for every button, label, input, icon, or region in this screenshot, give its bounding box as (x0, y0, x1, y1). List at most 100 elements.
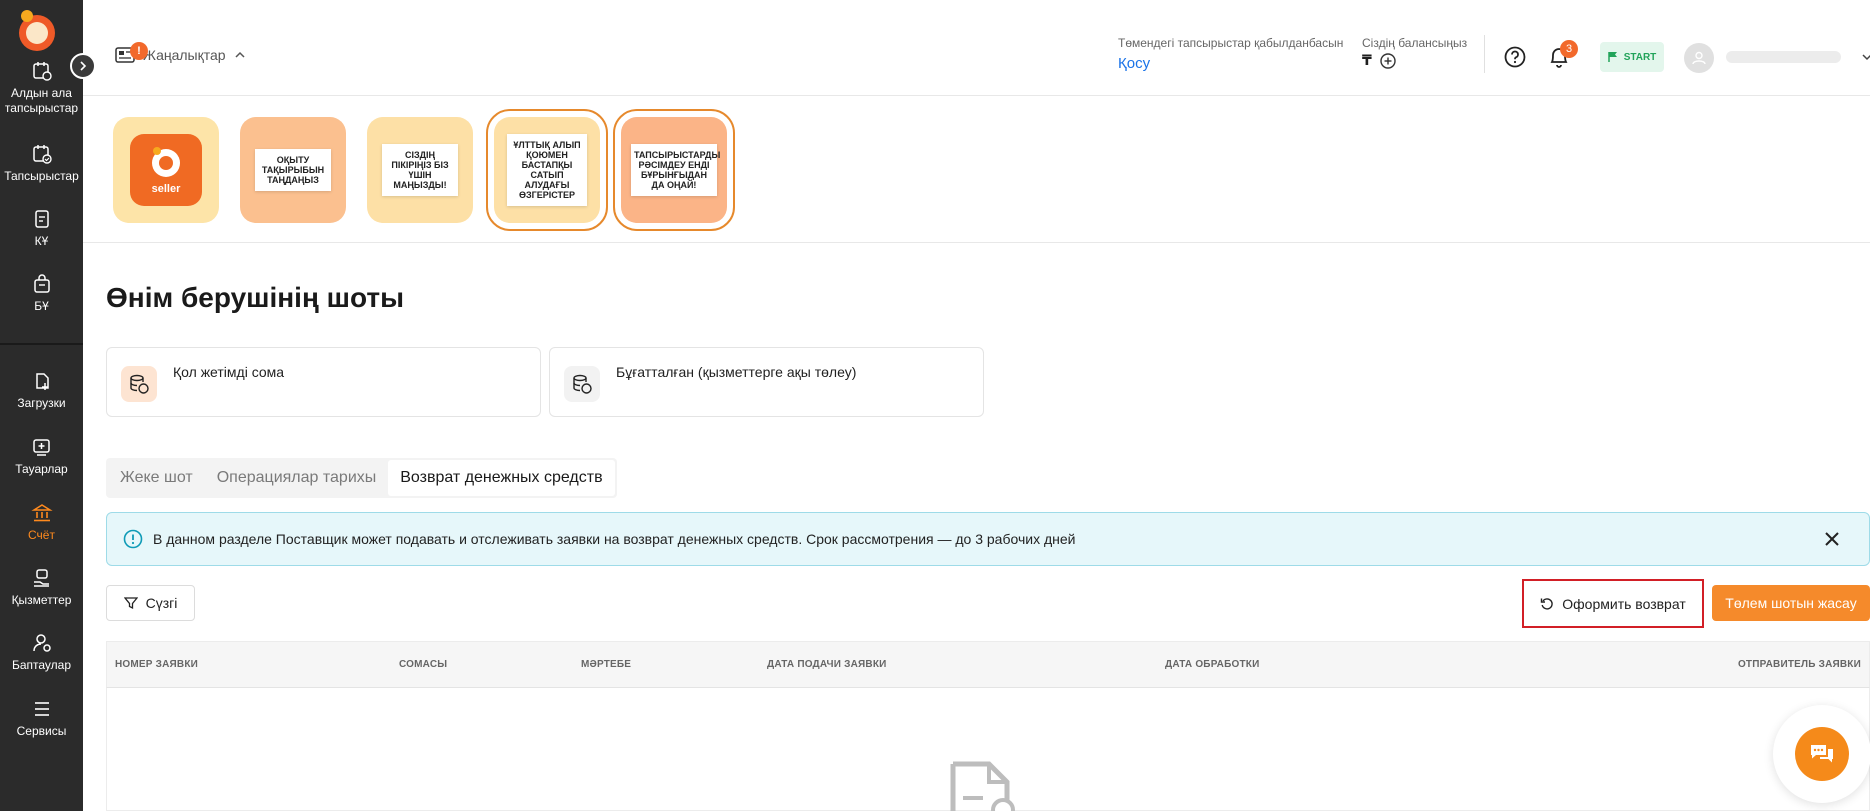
news-label: Жаңалықтар (143, 47, 226, 63)
sidebar-item-more-services[interactable]: Сервисы (0, 698, 83, 739)
refund-button-content: Оформить возврат (1540, 595, 1686, 612)
bottom-orders-label: Төмендегі тапсырыстар қабылданбасын (1118, 36, 1344, 50)
top-header: Жаңалықтар ! Төмендегі тапсырыстар қабыл… (83, 0, 1870, 96)
tab-operations-history[interactable]: Операциялар тарихы (205, 460, 389, 496)
bag-icon (33, 274, 50, 293)
kaspi-logo[interactable] (13, 7, 61, 55)
tab-refunds[interactable]: Возврат денежных средств (388, 460, 615, 496)
tab-personal-account[interactable]: Жеке шот (108, 460, 205, 496)
seller-logo-badge: seller (130, 134, 202, 206)
info-alert: В данном разделе Поставщик может подават… (106, 512, 1870, 566)
user-name-blurred[interactable] (1726, 51, 1841, 63)
story-choose-topic[interactable]: ОҚЫТУ ТАҚЫРЫБЫН ТАҢДАҢЫЗ (240, 117, 346, 223)
coins-icon-box (564, 366, 600, 402)
chevron-up-icon (235, 51, 245, 58)
sidebar-item-settings[interactable]: Баптаулар (0, 632, 83, 673)
filter-label: Сүзгі (145, 595, 178, 611)
available-amount-card: Қол жетімді сома (106, 347, 541, 417)
info-icon (123, 529, 143, 549)
plus-circle-icon[interactable] (1380, 52, 1396, 69)
menu-icon (34, 702, 49, 716)
sidebar-item-ku[interactable]: КҰ (0, 208, 83, 249)
close-icon[interactable] (1822, 529, 1842, 549)
alert-text: В данном разделе Поставщик может подават… (153, 531, 1076, 547)
user-icon (1692, 51, 1706, 65)
balance-row: ₸ (1362, 52, 1396, 69)
sidebar-item-services[interactable]: Қызметтер (0, 567, 83, 608)
user-settings-icon (32, 634, 51, 652)
calendar-clock-icon (32, 62, 52, 81)
news-badge: ! (130, 42, 148, 60)
coins-icon-box (121, 366, 157, 402)
column-header[interactable]: МӘРТЕБЕ (581, 659, 631, 670)
refund-button[interactable]: Оформить возврат (1522, 579, 1704, 628)
add-product-icon (32, 439, 50, 456)
available-amount-label: Қол жетімді сома (173, 364, 285, 380)
bank-icon (30, 504, 53, 522)
sidebar-item-uploads[interactable]: Загрузки (0, 370, 83, 411)
story-text: ТАПСЫРЫСТАРДЫ РӘСІМДЕУ ЕНДІ БҰРЫНҒЫДАН Д… (631, 144, 720, 196)
story-easier-orders[interactable]: ТАПСЫРЫСТАРДЫ РӘСІМДЕУ ЕНДІ БҰРЫНҒЫДАН Д… (613, 109, 735, 231)
filter-button[interactable]: Сүзгі (106, 585, 195, 621)
story-changes[interactable]: ҰЛТТЫҚ АЛЫП ҚОЮМЕН БАСТАПҚЫ САТЫП АЛУДАҒ… (486, 109, 608, 231)
sidebar-item-label: Баптаулар (11, 658, 72, 672)
story-text: ОҚЫТУ ТАҚЫРЫБЫН ТАҢДАҢЫЗ (255, 149, 331, 191)
coins-lock-icon (573, 374, 592, 394)
help-icon[interactable] (1504, 46, 1526, 68)
blocked-amount-card: Бұғатталған (қызметтерге ақы төлеу) (549, 347, 984, 417)
app-root: Алдын ала тапсырыстар Тапсырыстар КҰ БҰ … (0, 0, 1870, 811)
page-title: Өнім берушінің шоты (106, 282, 405, 313)
sidebar-item-label: КҰ (34, 234, 49, 248)
sidebar-item-label: Тауарлар (15, 462, 68, 476)
sidebar-item-label: БҰ (34, 299, 49, 313)
sidebar-item-label: Счёт (28, 528, 55, 542)
column-header[interactable]: СОМАСЫ (399, 659, 447, 670)
seller-text: seller (151, 183, 181, 195)
chat-icon (1811, 745, 1833, 763)
refresh-icon (1541, 597, 1554, 610)
account-tabs: Жеке шот Операциялар тарихы Возврат дене… (106, 458, 617, 498)
filter-icon (123, 597, 138, 610)
notification-count-badge: 3 (1560, 40, 1578, 58)
balance-currency: ₸ (1362, 52, 1372, 68)
sidebar: Алдын ала тапсырыстар Тапсырыстар КҰ БҰ … (0, 0, 96, 811)
empty-document-icon (950, 761, 1015, 811)
add-link[interactable]: Қосу (1118, 55, 1150, 72)
refund-button-label: Оформить возврат (1562, 595, 1686, 612)
calendar-check-icon (32, 145, 52, 164)
sidebar-item-label: Қызметтер (11, 593, 72, 607)
avatar[interactable] (1684, 43, 1714, 73)
support-chat-button[interactable] (1773, 705, 1870, 803)
coins-icon (130, 374, 149, 394)
start-button[interactable]: START (1600, 42, 1664, 72)
column-header[interactable]: НОМЕР ЗАЯВКИ (115, 659, 198, 670)
upload-icon (35, 373, 49, 390)
story-seller[interactable]: seller (113, 117, 219, 223)
sidebar-item-label: Тапсырыстар (4, 169, 79, 183)
document-icon (34, 210, 49, 228)
sidebar-item-orders[interactable]: Тапсырыстар (0, 143, 83, 184)
sidebar-item-account[interactable]: Счёт (0, 502, 83, 543)
story-text: ҰЛТТЫҚ АЛЫП ҚОЮМЕН БАСТАПҚЫ САТЫП АЛУДАҒ… (507, 134, 587, 206)
sidebar-item-label: Загрузки (17, 396, 66, 410)
column-header[interactable]: ДАТА ПОДАЧИ ЗАЯВКИ (767, 659, 887, 670)
sidebar-divider (0, 343, 83, 345)
sidebar-toggle-button[interactable] (70, 53, 96, 79)
sidebar-item-products[interactable]: Тауарлар (0, 436, 83, 477)
chevron-right-icon (80, 61, 87, 71)
sidebar-item-label: Алдын ала тапсырыстар (4, 86, 79, 115)
create-invoice-button[interactable]: Төлем шотын жасау (1712, 585, 1870, 621)
start-label: START (1623, 51, 1657, 63)
sidebar-item-bu[interactable]: БҰ (0, 273, 83, 314)
refunds-table-header: НОМЕР ЗАЯВКИ СОМАСЫ МӘРТЕБЕ ДАТА ПОДАЧИ … (106, 641, 1870, 687)
column-header[interactable]: ОТПРАВИТЕЛЬ ЗАЯВКИ (1738, 659, 1861, 670)
blocked-amount-label: Бұғатталған (қызметтерге ақы төлеу) (616, 364, 857, 380)
story-text: СІЗДІҢ ПІКІРІҢІЗ БІЗ ҮШІН МАҢЫЗДЫ! (382, 144, 458, 196)
stories-strip: seller ОҚЫТУ ТАҚЫРЫБЫН ТАҢДАҢЫЗ СІЗДІҢ П… (83, 97, 1870, 243)
services-icon (33, 569, 49, 587)
column-header[interactable]: ДАТА ОБРАБОТКИ (1165, 659, 1259, 670)
seller-logo-icon (152, 147, 180, 177)
balance-label: Сіздің балансыңыз (1362, 36, 1468, 50)
chevron-down-icon[interactable] (1860, 50, 1870, 64)
story-your-opinion[interactable]: СІЗДІҢ ПІКІРІҢІЗ БІЗ ҮШІН МАҢЫЗДЫ! (367, 117, 473, 223)
